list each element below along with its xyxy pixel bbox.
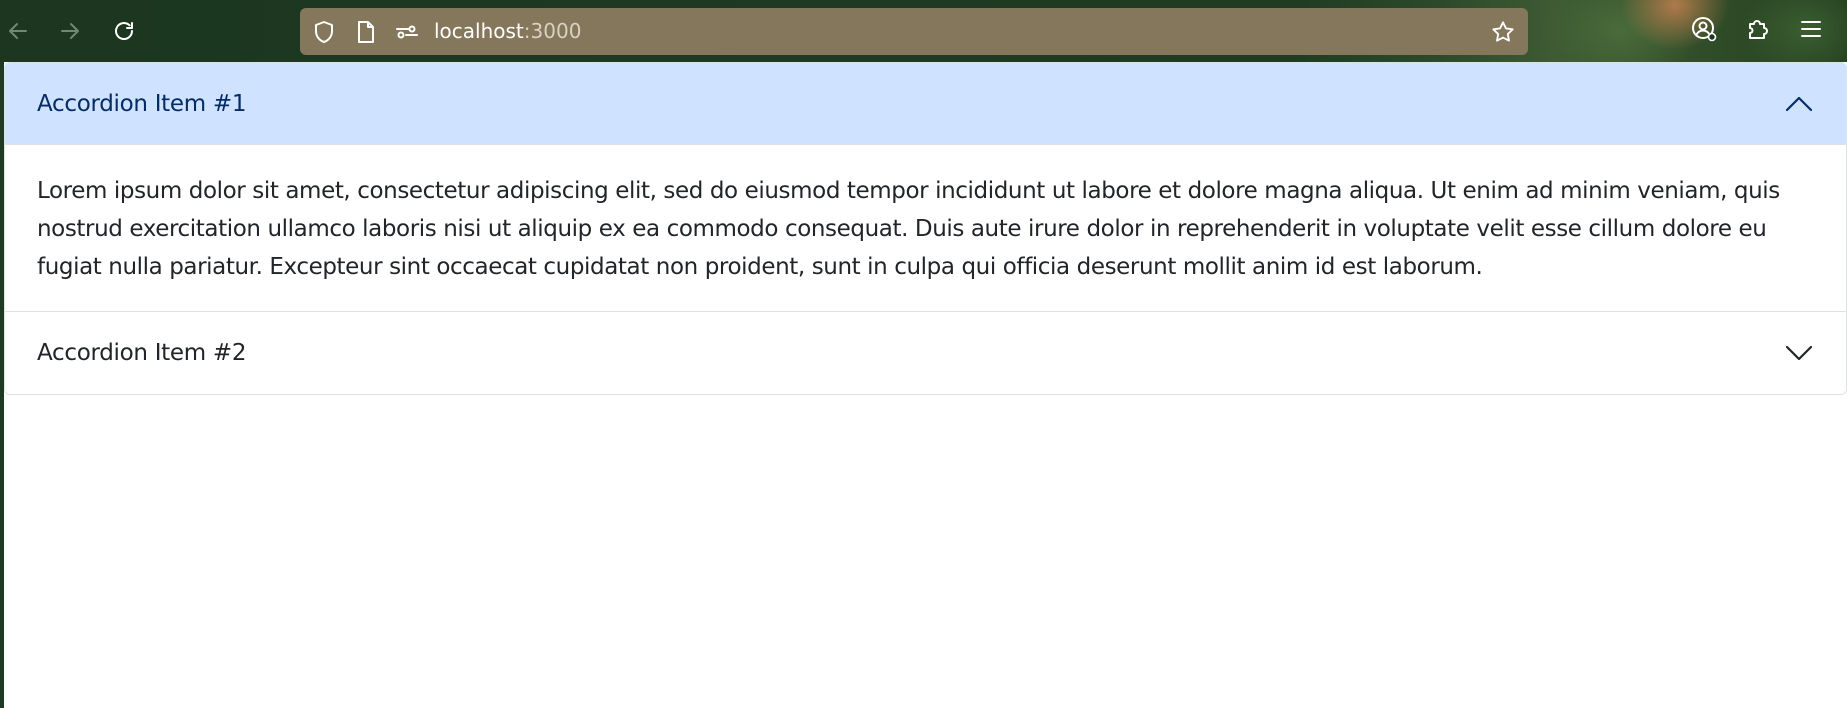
star-icon[interactable] — [1491, 20, 1515, 44]
address-bar[interactable]: localhost:3000 — [300, 8, 1528, 55]
back-button[interactable] — [0, 11, 38, 51]
url-port: :3000 — [523, 19, 582, 43]
account-icon — [1690, 15, 1718, 47]
reload-icon — [112, 19, 136, 43]
theme-artwork — [1540, 0, 1700, 62]
accordion: Accordion Item #1 Lorem ipsum dolor sit … — [4, 62, 1847, 395]
menu-button[interactable] — [1793, 13, 1829, 49]
shield-icon[interactable] — [312, 20, 336, 44]
accordion-header-2[interactable]: Accordion Item #2 — [5, 312, 1846, 394]
reload-button[interactable] — [104, 11, 144, 51]
arrow-left-icon — [6, 19, 30, 43]
url-text[interactable]: localhost:3000 — [434, 19, 581, 43]
accordion-item-2: Accordion Item #2 — [5, 311, 1846, 394]
document-icon[interactable] — [354, 20, 378, 44]
page-content: Accordion Item #1 Lorem ipsum dolor sit … — [4, 62, 1847, 708]
accordion-body-1: Lorem ipsum dolor sit amet, consectetur … — [37, 178, 1780, 280]
accordion-title-2: Accordion Item #2 — [37, 340, 247, 366]
permissions-icon[interactable] — [395, 20, 419, 44]
forward-button[interactable] — [50, 11, 90, 51]
accordion-title-1: Accordion Item #1 — [37, 91, 247, 117]
accordion-header-1[interactable]: Accordion Item #1 — [5, 63, 1846, 145]
chevron-down-icon — [1784, 339, 1814, 367]
hamburger-menu-icon — [1800, 18, 1822, 44]
extensions-button[interactable] — [1740, 13, 1776, 49]
accordion-item-1: Accordion Item #1 Lorem ipsum dolor sit … — [5, 63, 1846, 311]
url-host: localhost — [434, 19, 524, 43]
browser-toolbar: localhost:3000 — [0, 0, 1847, 62]
arrow-right-icon — [58, 19, 82, 43]
puzzle-icon — [1745, 16, 1771, 46]
account-button[interactable] — [1686, 13, 1722, 49]
chevron-up-icon — [1784, 90, 1814, 118]
